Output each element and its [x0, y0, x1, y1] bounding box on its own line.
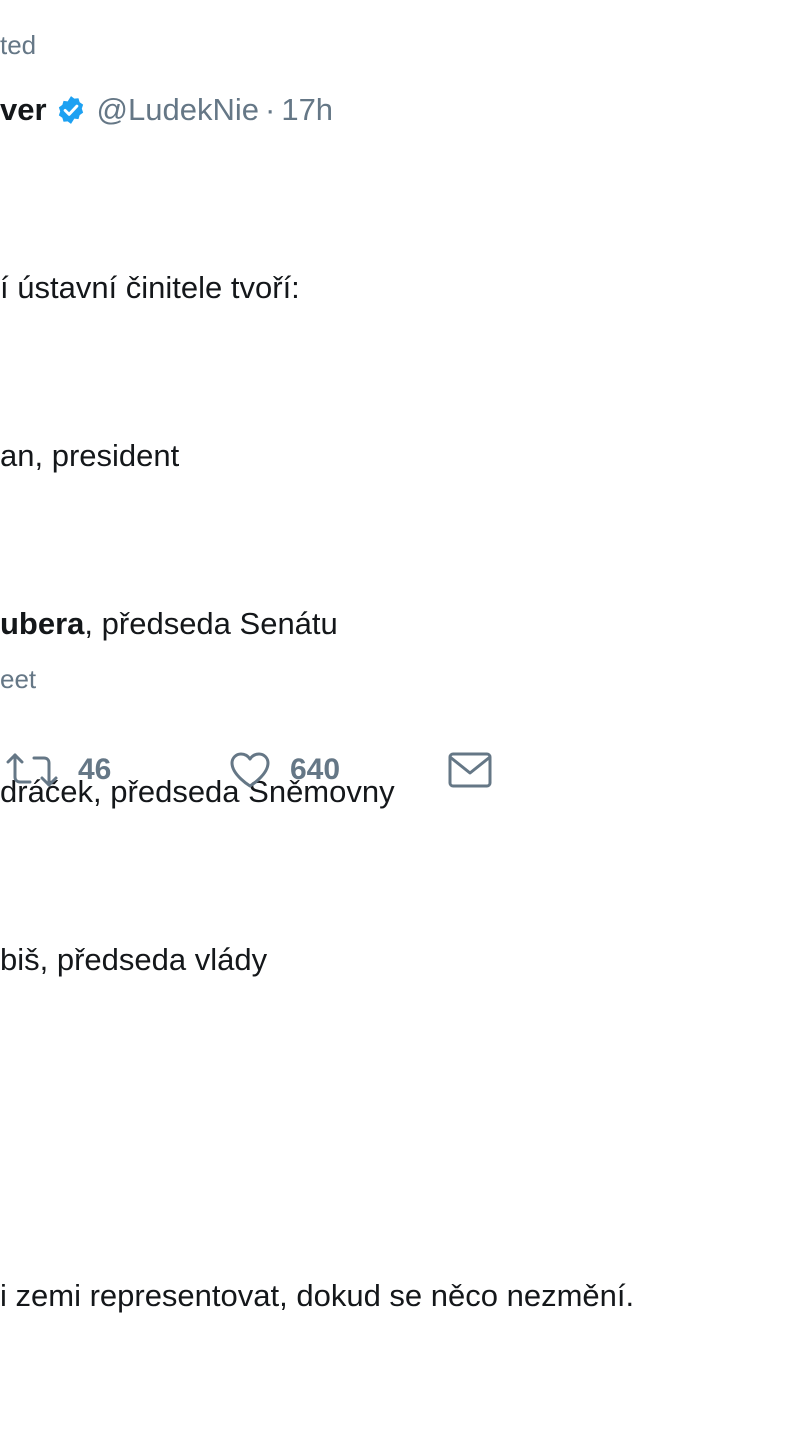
tweet-card: ted ver @LudekNie · 17h í ústavní činite…	[0, 0, 808, 1313]
separator-dot: ·	[265, 92, 276, 127]
like-button[interactable]: 640	[228, 740, 340, 800]
tweet-line: í ústavní činitele tvoří:	[0, 270, 300, 305]
author-handle[interactable]: @LudekNie	[97, 92, 259, 128]
message-button[interactable]	[446, 740, 494, 800]
tweet-timestamp[interactable]: 17h	[281, 92, 333, 128]
tweet-footer-context: eet	[0, 664, 37, 694]
tweet-line: an, president	[0, 438, 180, 473]
tweet-line: i zemi representovat, dokud se něco nezm…	[0, 1278, 635, 1313]
retweet-icon	[4, 750, 60, 790]
tweet-line: ubera, předseda Senátu	[0, 596, 634, 652]
retweet-context: ted	[0, 30, 37, 60]
tweet-line: biš, předseda vlády	[0, 942, 268, 977]
tweet-actions: 46 640	[0, 740, 808, 800]
tweet-header: ver @LudekNie · 17h	[0, 88, 333, 132]
retweet-button[interactable]: 46	[4, 740, 111, 800]
like-icon	[228, 750, 272, 790]
mention-name[interactable]: ubera	[0, 606, 84, 641]
message-icon	[446, 750, 494, 790]
author-name[interactable]: ver	[0, 92, 47, 128]
line-text: , předseda Senátu	[84, 606, 338, 641]
like-count: 640	[290, 753, 341, 786]
retweet-count: 46	[78, 753, 112, 786]
verified-badge-icon	[55, 94, 87, 126]
